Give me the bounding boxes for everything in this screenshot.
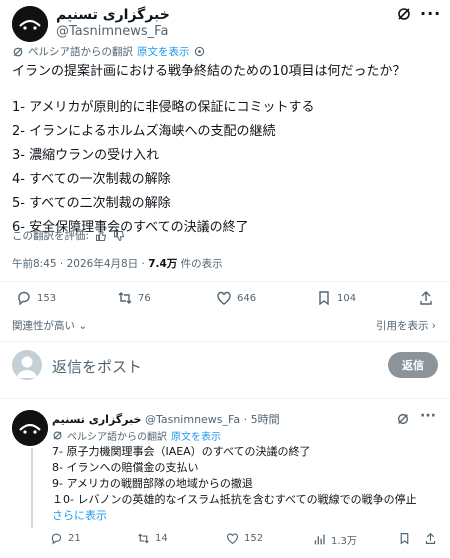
reply-repost-button[interactable]: 14	[137, 532, 168, 545]
reply-body: 7- 原子力機関理事会（IAEA）のすべての決議の終了 8- イランへの賠償金の…	[52, 444, 417, 524]
chevron-down-icon: ⌄	[75, 320, 88, 332]
thread-line	[31, 448, 33, 528]
grok-icon[interactable]	[396, 411, 410, 430]
thumbs-up-icon[interactable]	[95, 230, 107, 242]
reply-like-count: 152	[244, 533, 264, 544]
reply-header: خبرگزاری تسنیم @Tasnimnews_Fa · 5時間	[52, 411, 280, 427]
more-options-icon[interactable]: ···	[420, 4, 441, 23]
like-count: 646	[237, 292, 257, 304]
reply-count: 153	[37, 292, 57, 304]
reply-icon	[18, 291, 30, 306]
translation-notice: ペルシア語からの翻訳 原文を表示	[12, 44, 205, 59]
repost-count: 76	[138, 292, 151, 304]
reply-line-8: 8- イランへの賠償金の支払い	[52, 461, 199, 474]
reply-line-9: 9- アメリカの戦闘部隊の地域からの撤退	[52, 477, 253, 490]
reply-input[interactable]: 返信をポスト	[52, 356, 142, 377]
reply-share-button[interactable]	[424, 532, 437, 545]
reply-views-count: 1.3万	[331, 536, 357, 547]
more-options-icon[interactable]: ···	[420, 408, 436, 424]
sort-relevance-label: 関連性が高い	[12, 320, 75, 332]
reply-time[interactable]: · 5時間	[244, 413, 280, 426]
sort-relevance-dropdown[interactable]: 関連性が高い ⌄	[12, 318, 87, 333]
reply-translation-notice: ペルシア語からの翻訳 原文を表示	[52, 428, 221, 443]
show-quotes-link[interactable]: 引用を表示 ›	[376, 318, 436, 333]
share-icon	[420, 291, 432, 305]
translate-icon	[13, 47, 23, 56]
reply-handle[interactable]: @Tasnimnews_Fa	[145, 413, 240, 426]
post-line-3: 3- 濃縮ウランの受け入れ	[12, 148, 160, 163]
post-timestamp: 午前8:45 · 2026年4月8日 · 7.4万 件の表示	[12, 256, 223, 271]
heart-icon	[227, 533, 238, 545]
rate-translation: この翻訳を評価:	[12, 228, 125, 243]
reply-display-name[interactable]: خبرگزاری تسنیم	[52, 413, 141, 426]
reply-avatar[interactable]	[12, 410, 48, 446]
show-more-link[interactable]: さらに表示	[52, 508, 417, 524]
like-button[interactable]: 646	[216, 290, 256, 306]
settings-icon[interactable]	[194, 46, 205, 57]
share-icon	[425, 532, 436, 544]
translated-from-label: ペルシア語からの翻訳	[28, 46, 133, 58]
show-quotes-label: 引用を表示	[375, 320, 429, 332]
post-line-5: 5- すべての二次制裁の解除	[12, 196, 171, 211]
reply-reply-count: 21	[68, 533, 81, 544]
views-count: 7.4万	[148, 258, 178, 270]
repost-icon	[118, 292, 132, 304]
divider	[0, 341, 450, 342]
rate-translation-label: この翻訳を評価:	[12, 230, 90, 242]
my-avatar[interactable]	[12, 350, 42, 380]
translate-icon	[53, 431, 62, 440]
bookmark-button[interactable]: 104	[316, 290, 356, 306]
thumbs-down-icon[interactable]	[113, 230, 125, 242]
reply-repost-count: 14	[155, 533, 168, 544]
repost-button[interactable]: 76	[117, 290, 151, 306]
post-title-line: イランの提案計画における戦争終結のための10項目は何だったか？	[12, 64, 406, 79]
display-name[interactable]: خبرگزاری تسنیم	[56, 7, 170, 23]
heart-icon	[217, 291, 231, 305]
bookmark-count: 104	[337, 292, 357, 304]
grok-icon[interactable]	[396, 6, 412, 26]
reply-like-button[interactable]: 152	[226, 532, 263, 545]
share-button[interactable]	[418, 290, 434, 306]
divider	[0, 281, 450, 282]
chevron-right-icon: ›	[428, 320, 436, 332]
analytics-icon	[314, 534, 325, 545]
bookmark-icon	[319, 291, 329, 306]
reply-line-10: １0- レバノンの英雄的なイスラム抵抗を含むすべての戦線での戦争の停止	[52, 493, 417, 506]
reply-icon	[51, 533, 62, 545]
tasnim-logo-icon	[12, 410, 48, 446]
reply-views-button[interactable]: 1.3万	[313, 532, 357, 547]
user-handle[interactable]: @Tasnimnews_Fa	[56, 24, 168, 39]
post-line-1: 1- アメリカが原則的に非侵略の保証にコミットする	[12, 100, 315, 115]
show-original-link[interactable]: 原文を表示	[137, 44, 190, 59]
post-line-4: 4- すべての一次制裁の解除	[12, 172, 171, 187]
reply-translated-from-label: ペルシア語からの翻訳	[67, 432, 167, 443]
post-line-2: 2- イランによるホルムズ海峡への支配の継続	[12, 124, 276, 139]
divider	[0, 398, 450, 399]
reply-submit-button[interactable]: 返信	[388, 352, 438, 378]
reply-line-7: 7- 原子力機関理事会（IAEA）のすべての決議の終了	[52, 445, 311, 458]
tasnim-logo-icon	[12, 6, 48, 42]
bookmark-icon	[400, 533, 409, 545]
avatar[interactable]	[12, 6, 48, 42]
repost-icon	[138, 533, 149, 544]
reply-bookmark-button[interactable]	[398, 532, 411, 545]
views-label: 件の表示	[177, 258, 223, 270]
reply-show-original-link[interactable]: 原文を表示	[171, 428, 221, 443]
default-avatar-icon	[17, 356, 37, 378]
reply-reply-button[interactable]: 21	[50, 532, 81, 545]
reply-button[interactable]: 153	[16, 290, 56, 306]
time-date[interactable]: 午前8:45 · 2026年4月8日 ·	[12, 258, 148, 270]
